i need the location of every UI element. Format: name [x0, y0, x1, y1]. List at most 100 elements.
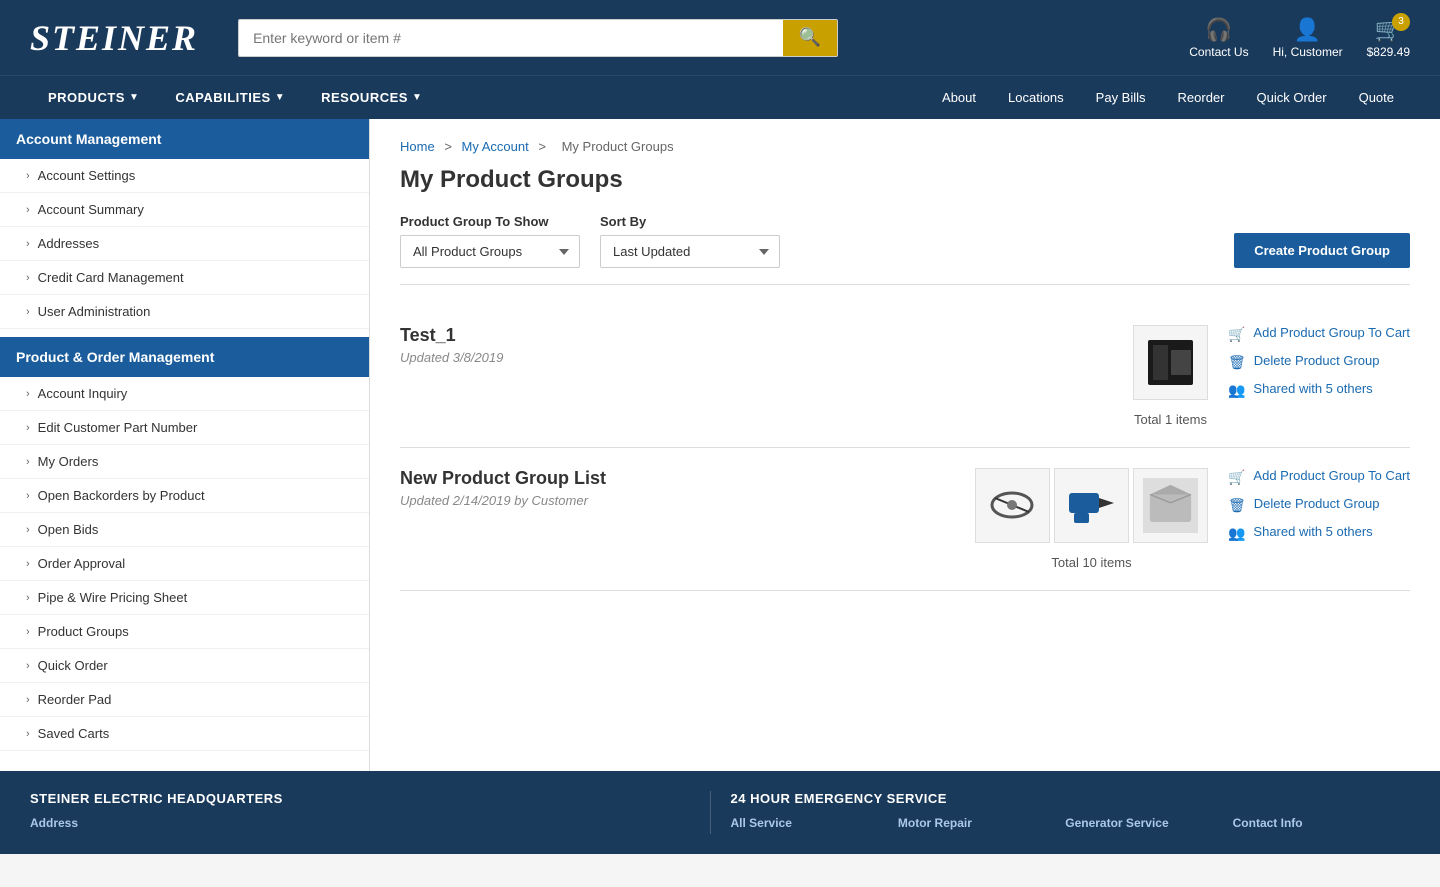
nav-about[interactable]: About [926, 76, 992, 120]
sidebar-item-open-bids[interactable]: › Open Bids [0, 513, 369, 547]
shared-action-1[interactable]: 👥 Shared with 5 others [1228, 524, 1410, 542]
sort-by-select[interactable]: Last Updated [600, 235, 780, 268]
cart-total: $829.49 [1367, 45, 1410, 59]
product-group-select[interactable]: All Product Groups [400, 235, 580, 268]
nav-quick-order[interactable]: Quick Order [1241, 76, 1343, 120]
breadcrumb: Home > My Account > My Product Groups [400, 139, 1410, 154]
contact-us-button[interactable]: 🎧 Contact Us [1189, 17, 1248, 59]
users-action-icon-0: 👥 [1228, 382, 1245, 399]
site-logo[interactable]: STEINER [30, 17, 198, 59]
sidebar-item-reorder-pad[interactable]: › Reorder Pad [0, 683, 369, 717]
capabilities-arrow-icon: ▼ [275, 92, 285, 103]
card-images-row-1 [975, 468, 1208, 543]
cart-action-icon-0: 🛒 [1228, 326, 1245, 343]
create-product-group-button[interactable]: Create Product Group [1234, 233, 1410, 268]
search-input[interactable] [239, 20, 783, 56]
page-title: My Product Groups [400, 166, 1410, 194]
chevron-icon: › [26, 626, 30, 638]
add-to-cart-action-1[interactable]: 🛒 Add Product Group To Cart [1228, 468, 1410, 486]
breadcrumb-my-account[interactable]: My Account [462, 139, 529, 154]
card-total-1: Total 10 items [1051, 555, 1131, 570]
delete-group-action-0[interactable]: 🗑 Delete Product Group [1228, 353, 1410, 371]
chevron-icon: › [26, 306, 30, 318]
nav-pay-bills[interactable]: Pay Bills [1080, 76, 1162, 120]
sidebar-item-product-groups[interactable]: › Product Groups [0, 615, 369, 649]
card-actions-1: 🛒 Add Product Group To Cart 🗑 Delete Pro… [1228, 468, 1410, 542]
card-actions-0: 🛒 Add Product Group To Cart 🗑 Delete Pro… [1228, 325, 1410, 399]
contact-label: Contact Us [1189, 45, 1248, 59]
sidebar-item-my-orders[interactable]: › My Orders [0, 445, 369, 479]
sidebar-account-management-header: Account Management [0, 119, 369, 159]
sidebar-product-order-header: Product & Order Management [0, 337, 369, 377]
main-nav: PRODUCTS ▼ CAPABILITIES ▼ RESOURCES ▼ Ab… [0, 75, 1440, 119]
sidebar-item-pipe-wire[interactable]: › Pipe & Wire Pricing Sheet [0, 581, 369, 615]
group-name-1[interactable]: New Product Group List [400, 468, 955, 489]
sidebar-item-order-approval[interactable]: › Order Approval [0, 547, 369, 581]
product-thumb-box-gray [1143, 478, 1198, 533]
sidebar-item-quick-order[interactable]: › Quick Order [0, 649, 369, 683]
sidebar-item-open-backorders[interactable]: › Open Backorders by Product [0, 479, 369, 513]
delete-group-action-1[interactable]: 🗑 Delete Product Group [1228, 496, 1410, 514]
chevron-icon: › [26, 558, 30, 570]
breadcrumb-home[interactable]: Home [400, 139, 435, 154]
footer-col-emergency: 24 HOUR EMERGENCY SERVICE All Service Mo… [710, 791, 1411, 834]
nav-reorder[interactable]: Reorder [1162, 76, 1241, 120]
sidebar-item-edit-customer-part[interactable]: › Edit Customer Part Number [0, 411, 369, 445]
chevron-icon: › [26, 422, 30, 434]
footer-sub-col-1: Motor Repair [898, 816, 1055, 834]
header-right: 🎧 Contact Us 👤 Hi, Customer 🛒 3 $829.49 [1189, 17, 1410, 59]
nav-resources[interactable]: RESOURCES ▼ [303, 76, 440, 120]
trash-action-icon-0: 🗑 [1228, 354, 1246, 371]
card-images-row-0 [1133, 325, 1208, 400]
search-bar: 🔍 [238, 19, 838, 57]
chevron-icon: › [26, 592, 30, 604]
footer-generator-label: Generator Service [1065, 816, 1222, 830]
card-images-1: Total 10 items [975, 468, 1208, 570]
products-arrow-icon: ▼ [129, 92, 139, 103]
group-name-0[interactable]: Test_1 [400, 325, 1113, 346]
sidebar-item-user-admin[interactable]: › User Administration [0, 295, 369, 329]
product-group-filter: Product Group To Show All Product Groups [400, 214, 580, 268]
add-to-cart-action-0[interactable]: 🛒 Add Product Group To Cart [1228, 325, 1410, 343]
cart-button[interactable]: 🛒 3 $829.49 [1367, 17, 1410, 59]
footer-sub-col-3: Contact Info [1233, 816, 1390, 834]
footer-contact-info-label: Contact Info [1233, 816, 1390, 830]
resources-arrow-icon: ▼ [412, 92, 422, 103]
chevron-icon: › [26, 694, 30, 706]
sidebar-item-account-inquiry[interactable]: › Account Inquiry [0, 377, 369, 411]
card-info-0: Test_1 Updated 3/8/2019 [400, 325, 1113, 365]
sidebar-item-account-settings[interactable]: › Account Settings [0, 159, 369, 193]
group-updated-0: Updated 3/8/2019 [400, 350, 1113, 365]
card-total-0: Total 1 items [1134, 412, 1207, 427]
shared-action-0[interactable]: 👥 Shared with 5 others [1228, 381, 1410, 399]
footer-sub-col-2: Generator Service [1065, 816, 1222, 834]
product-thumb-0-0[interactable] [1133, 325, 1208, 400]
sidebar: Account Management › Account Settings › … [0, 119, 370, 771]
sidebar-item-account-summary[interactable]: › Account Summary [0, 193, 369, 227]
breadcrumb-current: My Product Groups [562, 139, 674, 154]
product-thumb-1-2[interactable] [1133, 468, 1208, 543]
user-account-button[interactable]: 👤 Hi, Customer [1273, 17, 1343, 59]
chevron-icon: › [26, 728, 30, 740]
sidebar-item-addresses[interactable]: › Addresses [0, 227, 369, 261]
search-button[interactable]: 🔍 [783, 20, 837, 56]
nav-left: PRODUCTS ▼ CAPABILITIES ▼ RESOURCES ▼ [30, 76, 440, 120]
footer-hq-title: STEINER ELECTRIC HEADQUARTERS [30, 791, 690, 806]
nav-products[interactable]: PRODUCTS ▼ [30, 76, 157, 120]
chevron-icon: › [26, 204, 30, 216]
chevron-icon: › [26, 456, 30, 468]
product-group-card-1: New Product Group List Updated 2/14/2019… [400, 448, 1410, 591]
product-thumb-1-1[interactable] [1054, 468, 1129, 543]
nav-locations[interactable]: Locations [992, 76, 1080, 120]
sidebar-item-saved-carts[interactable]: › Saved Carts [0, 717, 369, 751]
nav-capabilities[interactable]: CAPABILITIES ▼ [157, 76, 303, 120]
group-updated-1: Updated 2/14/2019 by Customer [400, 493, 955, 508]
sidebar-item-credit-card[interactable]: › Credit Card Management [0, 261, 369, 295]
product-thumb-svg-0 [1143, 335, 1198, 390]
chevron-icon: › [26, 524, 30, 536]
trash-action-icon-1: 🗑 [1228, 497, 1246, 514]
nav-quote[interactable]: Quote [1343, 76, 1410, 120]
user-label: Hi, Customer [1273, 45, 1343, 59]
nav-right: About Locations Pay Bills Reorder Quick … [926, 76, 1410, 120]
product-thumb-1-0[interactable] [975, 468, 1050, 543]
